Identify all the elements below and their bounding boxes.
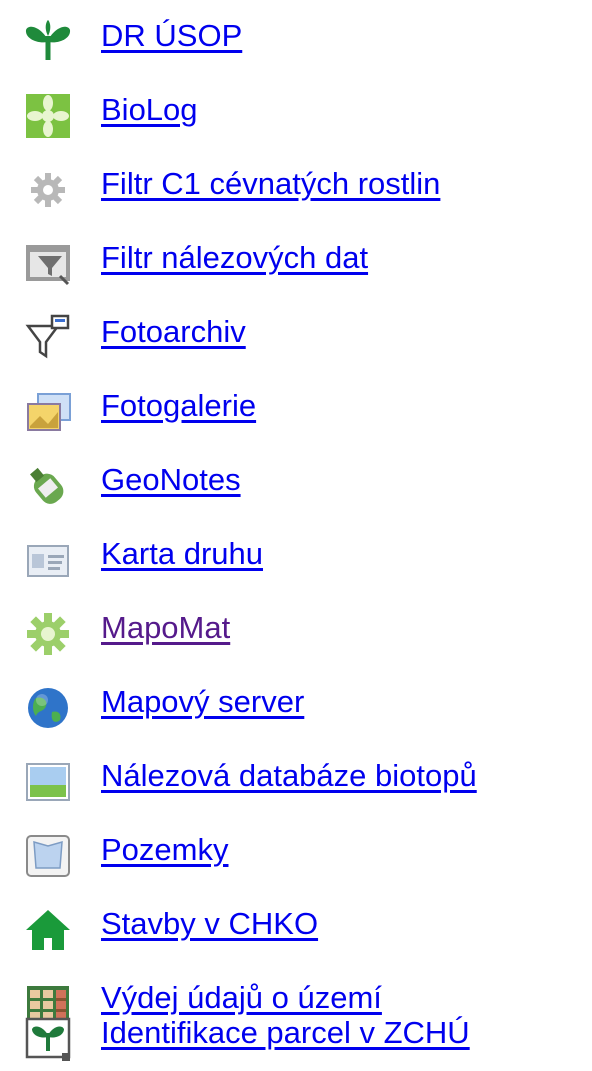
- photos-icon[interactable]: [22, 386, 74, 438]
- link-geonotes[interactable]: GeoNotes: [101, 460, 241, 500]
- link-mapovy-server[interactable]: Mapový server: [101, 682, 304, 722]
- list-item-mapovy-server: Mapový server: [0, 666, 592, 740]
- link-pozemky[interactable]: Pozemky: [101, 830, 228, 870]
- link-filtr-nalezovych[interactable]: Filtr nálezových dat: [101, 238, 368, 278]
- funnel-icon[interactable]: [22, 312, 74, 364]
- link-karta-druhu[interactable]: Karta druhu: [101, 534, 263, 574]
- note-bottle-icon[interactable]: [22, 460, 74, 512]
- list-item-filtr-c1: Filtr C1 cévnatých rostlin: [0, 148, 592, 222]
- link-fotogalerie[interactable]: Fotogalerie: [101, 386, 256, 426]
- link-fotoarchiv[interactable]: Fotoarchiv: [101, 312, 246, 352]
- link-biolog[interactable]: BioLog: [101, 90, 198, 130]
- parcel-icon[interactable]: [22, 830, 74, 882]
- list-item-filtr-nalezovych: Filtr nálezových dat: [0, 222, 592, 296]
- link-dr-usop[interactable]: DR ÚSOP: [101, 16, 242, 56]
- link-mapomat[interactable]: MapoMat: [101, 608, 230, 648]
- parcel-sprout-icon[interactable]: [22, 1013, 74, 1065]
- landscape-icon[interactable]: [22, 756, 74, 808]
- link-stavby[interactable]: Stavby v CHKO: [101, 904, 318, 944]
- list-item-mapomat: MapoMat: [0, 592, 592, 666]
- list-item-pozemky: Pozemky: [0, 814, 592, 888]
- house-icon[interactable]: [22, 904, 74, 956]
- list-item-stavby: Stavby v CHKO: [0, 888, 592, 962]
- list-item-fotoarchiv: Fotoarchiv: [0, 296, 592, 370]
- sprout-icon[interactable]: [22, 16, 74, 68]
- green-gear-icon[interactable]: [22, 608, 74, 660]
- gear-icon[interactable]: [22, 164, 74, 216]
- id-card-icon[interactable]: [22, 534, 74, 586]
- flower-icon[interactable]: [22, 90, 74, 142]
- list-item-dr-usop: DR ÚSOP: [0, 0, 592, 74]
- filter-window-icon[interactable]: [22, 238, 74, 290]
- link-nalezova-databaze[interactable]: Nálezová databáze biotopů: [101, 756, 477, 796]
- link-identifikace-parcel[interactable]: Identifikace parcel v ZCHÚ: [101, 1013, 470, 1053]
- list-item-biolog: BioLog: [0, 74, 592, 148]
- list-item-fotogalerie: Fotogalerie: [0, 370, 592, 444]
- list-item-nalezova-databaze: Nálezová databáze biotopů: [0, 740, 592, 814]
- list-item-geonotes: GeoNotes: [0, 444, 592, 518]
- link-filtr-c1[interactable]: Filtr C1 cévnatých rostlin: [101, 164, 440, 204]
- list-item-karta-druhu: Karta druhu: [0, 518, 592, 592]
- list-item-identifikace-parcel: Identifikace parcel v ZCHÚ: [0, 997, 592, 1071]
- globe-icon[interactable]: [22, 682, 74, 734]
